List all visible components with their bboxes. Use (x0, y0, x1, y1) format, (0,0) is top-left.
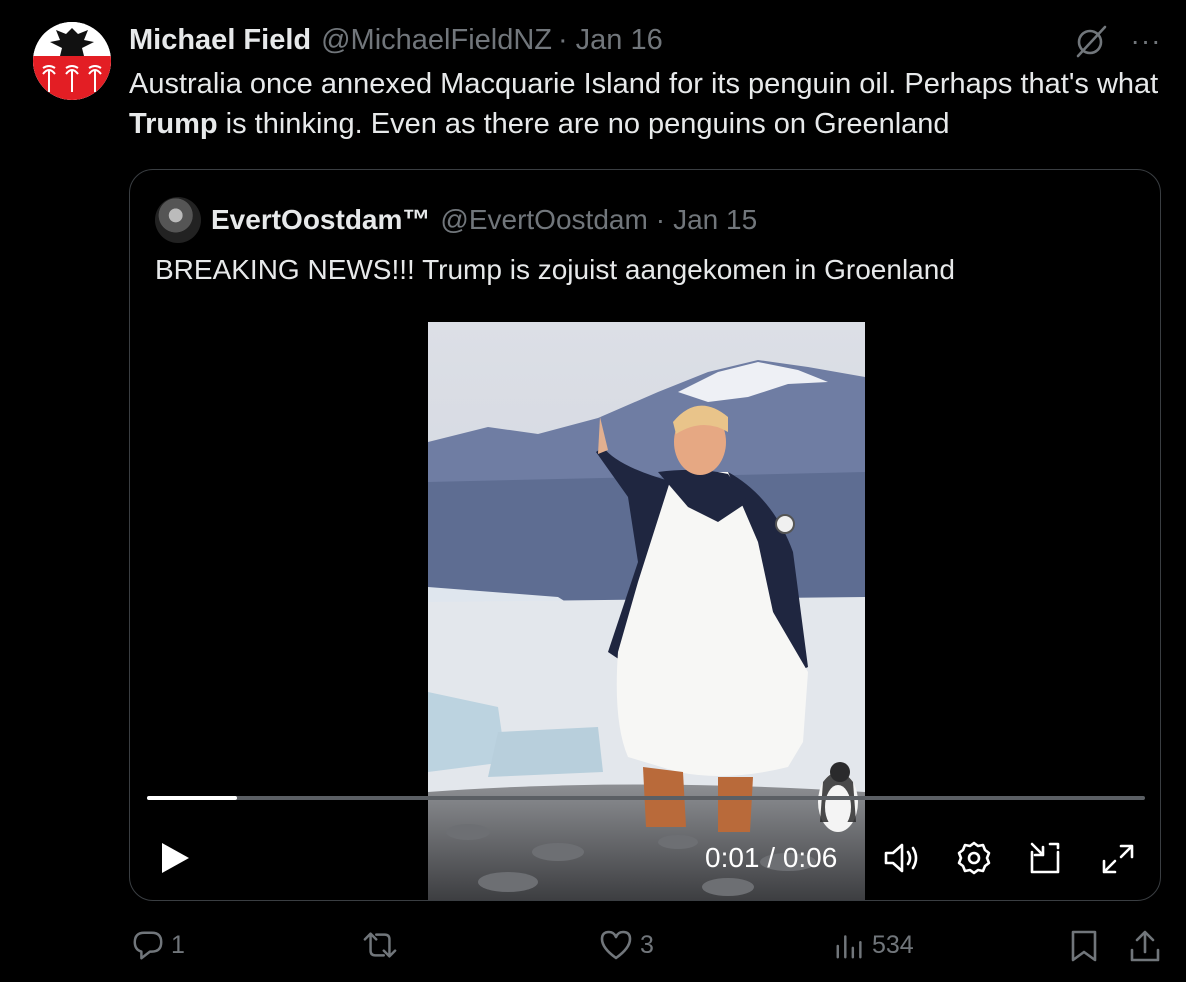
author-name[interactable]: Michael Field (129, 24, 311, 57)
separator: · (655, 204, 666, 235)
quoted-text: BREAKING NEWS!!! Trump is zojuist aangek… (155, 254, 955, 285)
tweet-text: Australia once annexed Macquarie Island … (129, 64, 1169, 144)
expand-icon[interactable] (1100, 842, 1136, 876)
bookmark-button[interactable] (1069, 928, 1099, 964)
like-icon (600, 930, 632, 960)
video-progress-bar[interactable] (147, 796, 1145, 800)
bookmark-icon (1071, 930, 1097, 962)
quoted-tweet[interactable]: EvertOostdam™ @EvertOostdam · Jan 15 BRE… (129, 169, 1161, 901)
volume-icon[interactable] (882, 840, 922, 876)
reply-icon (133, 931, 163, 960)
share-icon (1130, 930, 1160, 962)
pip-icon[interactable] (1028, 840, 1064, 876)
repost-icon (363, 932, 397, 958)
play-icon[interactable] (158, 840, 192, 876)
grok-icon[interactable] (1072, 22, 1110, 60)
repost-button[interactable] (361, 928, 405, 962)
video-player[interactable] (428, 322, 865, 900)
like-count: 3 (640, 930, 654, 959)
reply-button[interactable]: 1 (131, 928, 185, 962)
video-frame (428, 322, 865, 900)
quoted-author-avatar[interactable] (155, 197, 201, 243)
quoted-date[interactable]: Jan 15 (673, 204, 757, 236)
tweet-date[interactable]: Jan 16 (576, 24, 663, 57)
video-time: 0:01 / 0:06 (705, 842, 838, 873)
quoted-author-name[interactable]: EvertOostdam™ (211, 204, 430, 236)
tweet-text-part: is thinking. Even as there are no pengui… (217, 108, 950, 140)
author-avatar[interactable] (33, 22, 111, 100)
quoted-author-handle[interactable]: @EvertOostdam (440, 204, 647, 236)
views-button[interactable]: 534 (834, 928, 914, 962)
tweet-text-part: Australia once annexed Macquarie Island … (129, 68, 1159, 100)
reply-count: 1 (171, 930, 185, 959)
views-count: 534 (872, 930, 914, 959)
share-button[interactable] (1128, 928, 1162, 964)
like-button[interactable]: 3 (598, 928, 654, 962)
author-handle[interactable]: @MichaelFieldNZ (321, 24, 552, 57)
separator: · (558, 23, 568, 56)
more-icon[interactable]: ··· (1128, 26, 1164, 56)
quoted-header: EvertOostdam™ @EvertOostdam · Jan 15 (211, 200, 757, 240)
video-progress-fill (147, 796, 237, 800)
tweet-actions: 1 3 534 (0, 928, 1186, 972)
gear-icon[interactable] (956, 840, 992, 876)
tweet-header: Michael Field @MichaelFieldNZ · Jan 16 (129, 22, 663, 58)
views-icon (836, 935, 862, 959)
tweet-text-bold: Trump (129, 108, 218, 140)
